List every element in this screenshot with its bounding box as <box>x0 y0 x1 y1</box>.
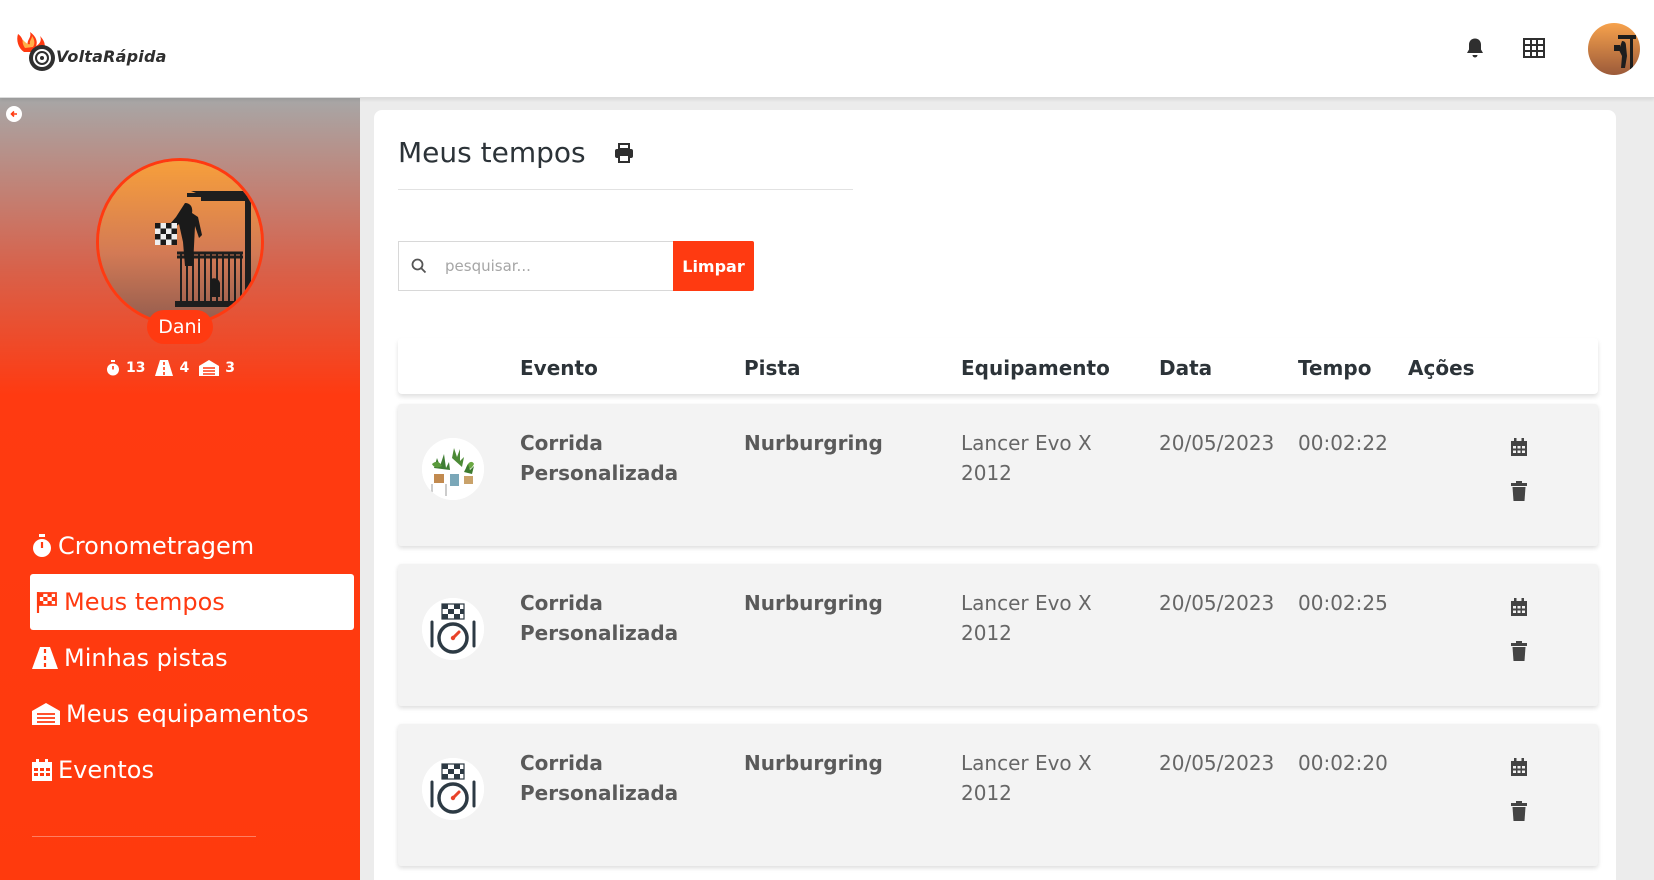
stat-equipment: 3 <box>199 360 235 376</box>
plants-image <box>422 438 484 500</box>
sidebar-item-label: Meus tempos <box>64 588 225 616</box>
stopwatch-flag-icon <box>422 598 484 660</box>
calendar-icon[interactable] <box>1506 754 1532 780</box>
stat-equipment-value: 3 <box>225 360 235 376</box>
table-row[interactable]: Corrida Personalizada Nurburgring Lancer… <box>398 724 1598 866</box>
column-header-data[interactable]: Data <box>1159 356 1212 380</box>
cell-data: 20/05/2023 <box>1159 751 1275 775</box>
cell-evento: Corrida Personalizada <box>520 591 679 645</box>
table-header: Evento Pista Equipamento Data Tempo Açõe… <box>398 338 1598 394</box>
garage-icon <box>199 360 220 376</box>
cell-data: 20/05/2023 <box>1159 591 1275 615</box>
sidebar-item-meus-tempos[interactable]: Meus tempos <box>30 574 354 630</box>
sidebar-item-minhas-pistas[interactable]: Minhas pistas <box>30 630 354 686</box>
stat-tracks-value: 4 <box>179 360 190 376</box>
stopwatch-flag-icon <box>422 758 484 820</box>
page-title: Meus tempos <box>398 136 586 169</box>
user-name: Dani <box>147 310 213 344</box>
clear-button[interactable]: Limpar <box>673 241 754 291</box>
brand-name: VoltaRápida <box>56 46 167 66</box>
user-stats: 13 4 3 <box>106 360 245 376</box>
sidebar-divider <box>32 836 256 837</box>
grid-icon[interactable] <box>1522 36 1546 60</box>
stopwatch-icon <box>33 534 51 557</box>
calendar-icon[interactable] <box>1506 594 1532 620</box>
checkered-flag-icon <box>36 592 57 613</box>
cell-pista: Nurburgring <box>744 751 883 775</box>
cell-evento: Corrida Personalizada <box>520 751 679 805</box>
road-icon <box>32 647 58 669</box>
cell-equipamento: Lancer Evo X 2012 <box>961 591 1092 645</box>
cell-tempo: 00:02:20 <box>1298 751 1388 775</box>
stopwatch-icon <box>107 360 119 376</box>
sidebar-item-label: Eventos <box>58 756 154 784</box>
stat-timings: 13 <box>106 360 145 376</box>
profile-photo[interactable] <box>96 158 264 326</box>
top-bar: VoltaRápida <box>0 0 1654 98</box>
sidebar-item-label: Meus equipamentos <box>66 700 309 728</box>
wheel-flame-icon <box>14 30 60 74</box>
bell-icon[interactable] <box>1463 36 1487 60</box>
cell-tempo: 00:02:25 <box>1298 591 1388 615</box>
calendar-icon <box>32 759 52 781</box>
column-header-tempo[interactable]: Tempo <box>1298 356 1371 380</box>
column-header-evento[interactable]: Evento <box>520 356 598 380</box>
cell-equipamento: Lancer Evo X 2012 <box>961 751 1092 805</box>
sidebar-item-cronometragem[interactable]: Cronometragem <box>30 518 354 574</box>
sidebar-nav: Cronometragem Meus tempos Minhas pistas … <box>30 518 354 798</box>
table-row[interactable]: Corrida Personalizada Nurburgring Lancer… <box>398 404 1598 546</box>
cell-pista: Nurburgring <box>744 431 883 455</box>
column-header-acoes: Ações <box>1408 356 1475 380</box>
column-header-pista[interactable]: Pista <box>744 356 800 380</box>
cell-data: 20/05/2023 <box>1159 431 1275 455</box>
title-divider <box>398 189 853 190</box>
search-icon <box>411 258 427 274</box>
print-icon[interactable] <box>614 143 634 167</box>
main-card: Meus tempos Limpar Evento Pista Equipame… <box>374 110 1616 880</box>
brand-logo[interactable]: VoltaRápida <box>14 30 167 74</box>
sidebar-item-eventos[interactable]: Eventos <box>30 742 354 798</box>
table-row[interactable]: Corrida Personalizada Nurburgring Lancer… <box>398 564 1598 706</box>
collapse-sidebar-icon[interactable] <box>6 106 22 122</box>
trash-icon[interactable] <box>1506 798 1532 824</box>
sidebar: Dani 13 4 3 Cronometragem Meus tempos Mi… <box>0 98 360 880</box>
user-avatar[interactable] <box>1588 23 1640 75</box>
sidebar-item-meus-equipamentos[interactable]: Meus equipamentos <box>30 686 354 742</box>
search-input[interactable] <box>445 257 655 275</box>
trash-icon[interactable] <box>1506 638 1532 664</box>
calendar-icon[interactable] <box>1506 434 1532 460</box>
search-box <box>398 241 673 291</box>
cell-pista: Nurburgring <box>744 591 883 615</box>
cell-tempo: 00:02:22 <box>1298 431 1388 455</box>
trash-icon[interactable] <box>1506 478 1532 504</box>
stat-timings-value: 13 <box>126 360 146 376</box>
road-icon <box>155 360 174 376</box>
column-header-equipamento[interactable]: Equipamento <box>961 356 1110 380</box>
cell-equipamento: Lancer Evo X 2012 <box>961 431 1092 485</box>
stat-tracks: 4 <box>155 360 189 376</box>
sidebar-item-label: Cronometragem <box>58 532 255 560</box>
garage-icon <box>32 703 60 725</box>
sidebar-item-label: Minhas pistas <box>64 644 228 672</box>
cell-evento: Corrida Personalizada <box>520 431 679 485</box>
